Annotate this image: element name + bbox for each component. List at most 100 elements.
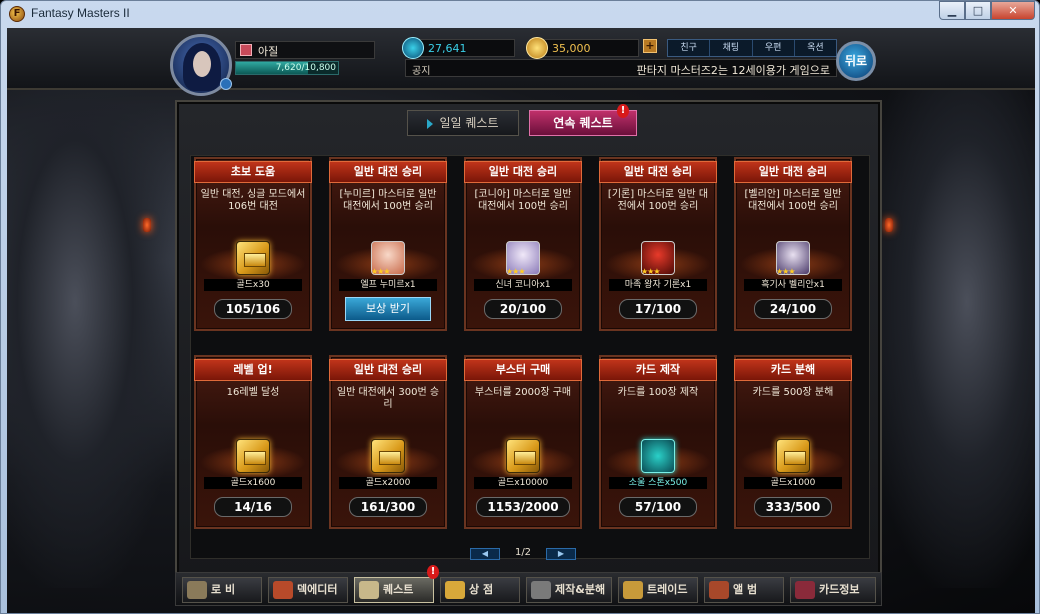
nav-deck-editor-button[interactable]: 덱에디터 xyxy=(268,577,348,603)
quest-card: 일반 대전 승리 [코니아] 마스터로 일반 대전에서 100번 승리 ★★★ … xyxy=(464,157,582,331)
gold-icon xyxy=(526,37,548,59)
quest-progress: 17/100 xyxy=(619,299,697,319)
exp-text: 7,620/10,800 xyxy=(275,63,336,73)
reward-label: 소울 스톤x500 xyxy=(609,477,707,489)
auction-button[interactable]: 옥션 xyxy=(795,40,836,56)
star-rating: ★★★ xyxy=(776,267,795,276)
quest-progress: 105/106 xyxy=(214,299,292,319)
close-button[interactable]: ✕ xyxy=(991,1,1035,20)
star-rating: ★★★ xyxy=(506,267,525,276)
chat-button[interactable]: 채팅 xyxy=(710,40,753,56)
notice-label: 공지 xyxy=(412,66,431,77)
deck-icon xyxy=(273,581,293,599)
reward-label: 골드x2000 xyxy=(339,477,437,489)
nav-shop-button[interactable]: 상 점 xyxy=(440,577,520,603)
nav-lobby-button[interactable]: 로 비 xyxy=(182,577,262,603)
reward-label: 골드x10000 xyxy=(474,477,572,489)
mail-button[interactable]: 우편 xyxy=(753,40,795,56)
back-button[interactable]: 뒤로 xyxy=(836,41,876,81)
friends-button[interactable]: 친구 xyxy=(668,40,711,56)
quest-progress: 333/500 xyxy=(754,497,832,517)
social-menu: 친구 채팅 우편 옥션 xyxy=(667,39,837,57)
quest-title: 초보 도움 xyxy=(194,161,312,183)
gold-bars-icon xyxy=(236,439,270,473)
reward-label: 흑기사 벨리안x1 xyxy=(744,279,842,291)
dragon-statue-right xyxy=(865,68,1035,588)
pagination: ◀ 1/2 ▶ xyxy=(470,547,576,561)
title-bar[interactable]: F Fantasy Masters II ▁ □ ✕ xyxy=(1,1,1040,27)
tab-arrow-icon xyxy=(427,118,434,129)
quest-nav-alert-icon: ! xyxy=(427,565,439,579)
quest-title: 일반 대전 승리 xyxy=(329,161,447,183)
nav-quest-button[interactable]: 퀘스트 xyxy=(354,577,434,603)
notice-text: 판타지 마스터즈2는 12세이용가 게임으로 xyxy=(636,64,830,77)
craft-icon xyxy=(531,581,551,599)
bottom-nav: 로 비 덱에디터 퀘스트 ! 상 점 제작&분해 트레이드 앨 범 카드정보 xyxy=(175,565,882,606)
maximize-button[interactable]: □ xyxy=(965,1,991,20)
window-title: Fantasy Masters II xyxy=(31,6,130,20)
exp-bar: 7,620/10,800 xyxy=(235,61,339,75)
reward-label: 마족 왕자 기론x1 xyxy=(609,279,707,291)
quest-title: 일반 대전 승리 xyxy=(734,161,852,183)
nav-craft-button[interactable]: 제작&분해 xyxy=(526,577,612,603)
quest-description: [벨리안] 마스터로 일반 대전에서 100번 승리 xyxy=(744,189,842,212)
quest-card: 일반 대전 승리 일반 대전에서 300번 승리 골드x2000 161/300 xyxy=(329,355,447,529)
trade-icon xyxy=(623,581,643,599)
quest-title: 일반 대전 승리 xyxy=(599,161,717,183)
quest-title: 일반 대전 승리 xyxy=(329,359,447,381)
tab-daily-label: 일일 퀘스트 xyxy=(439,116,499,130)
quest-progress: 57/100 xyxy=(619,497,697,517)
rank-icon xyxy=(240,44,252,56)
prev-page-button[interactable]: ◀ xyxy=(470,548,500,560)
soul-stone-icon xyxy=(641,439,675,473)
app-logo-icon: F xyxy=(9,6,25,22)
quest-progress: 1153/2000 xyxy=(476,497,570,517)
crystal-icon xyxy=(402,37,424,59)
nav-card-info-button[interactable]: 카드정보 xyxy=(790,577,876,603)
quest-progress: 161/300 xyxy=(349,497,427,517)
quest-card: 일반 대전 승리 [누미르] 마스터로 일반 대전에서 100번 승리 ★★★ … xyxy=(329,157,447,331)
quest-description: [누미르] 마스터로 일반 대전에서 100번 승리 xyxy=(339,189,437,212)
quest-description: 16레벨 달성 xyxy=(226,387,280,398)
quest-icon xyxy=(359,581,379,599)
nav-trade-button[interactable]: 트레이드 xyxy=(618,577,698,603)
quest-card: 부스터 구매 부스터를 2000장 구매 골드x10000 1153/2000 xyxy=(464,355,582,529)
top-bar: 아질 7,620/10,800 27,641 35,000 + 친구 채팅 우편… xyxy=(7,28,1035,96)
gold-bars-icon xyxy=(506,439,540,473)
gold-counter: 35,000 xyxy=(526,37,639,59)
reward-label: 골드x30 xyxy=(204,279,302,291)
star-rating: ★★★ xyxy=(641,267,660,276)
reward-label: 신녀 코니아x1 xyxy=(474,279,572,291)
quest-description: 부스터를 2000장 구매 xyxy=(474,387,572,398)
quest-description: [기론] 마스터로 일반 대전에서 100번 승리 xyxy=(607,189,709,212)
quest-title: 일반 대전 승리 xyxy=(464,161,582,183)
reward-label: 골드x1000 xyxy=(744,477,842,489)
quest-description: 일반 대전, 싱글 모드에서 106번 대전 xyxy=(200,189,306,212)
nav-album-button[interactable]: 앨 범 xyxy=(704,577,784,603)
player-name: 아질 xyxy=(258,45,279,58)
next-page-button[interactable]: ▶ xyxy=(546,548,576,560)
lobby-icon xyxy=(187,581,207,599)
minimize-button[interactable]: ▁ xyxy=(939,1,965,20)
quest-progress: 20/100 xyxy=(484,299,562,319)
notice-bar: 공지 판타지 마스터즈2는 12세이용가 게임으로 xyxy=(405,59,837,77)
gold-bars-icon xyxy=(371,439,405,473)
quest-title: 부스터 구매 xyxy=(464,359,582,381)
cardinfo-icon xyxy=(795,581,815,599)
quest-title: 카드 제작 xyxy=(599,359,717,381)
quest-card: 일반 대전 승리 [기론] 마스터로 일반 대전에서 100번 승리 ★★★ 마… xyxy=(599,157,717,331)
quest-description: [코니아] 마스터로 일반 대전에서 100번 승리 xyxy=(474,189,572,212)
player-name-box: 아질 xyxy=(235,41,375,59)
quest-description: 카드를 100장 제작 xyxy=(617,387,699,398)
quest-card: 초보 도움 일반 대전, 싱글 모드에서 106번 대전 골드x30 105/1… xyxy=(194,157,312,331)
star-rating: ★★★ xyxy=(371,267,390,276)
quest-card: 카드 제작 카드를 100장 제작 소울 스톤x500 57/100 xyxy=(599,355,717,529)
buy-gold-button[interactable]: + xyxy=(643,39,657,53)
level-badge xyxy=(220,78,232,90)
quest-card: 카드 분해 카드를 500장 분해 골드x1000 333/500 xyxy=(734,355,852,529)
tab-daily-quest[interactable]: 일일 퀘스트 xyxy=(407,110,519,136)
claim-reward-button[interactable]: 보상 받기 xyxy=(345,297,431,321)
crystal-value: 27,641 xyxy=(428,42,467,55)
quest-title: 카드 분해 xyxy=(734,359,852,381)
torch-icon xyxy=(885,218,893,232)
